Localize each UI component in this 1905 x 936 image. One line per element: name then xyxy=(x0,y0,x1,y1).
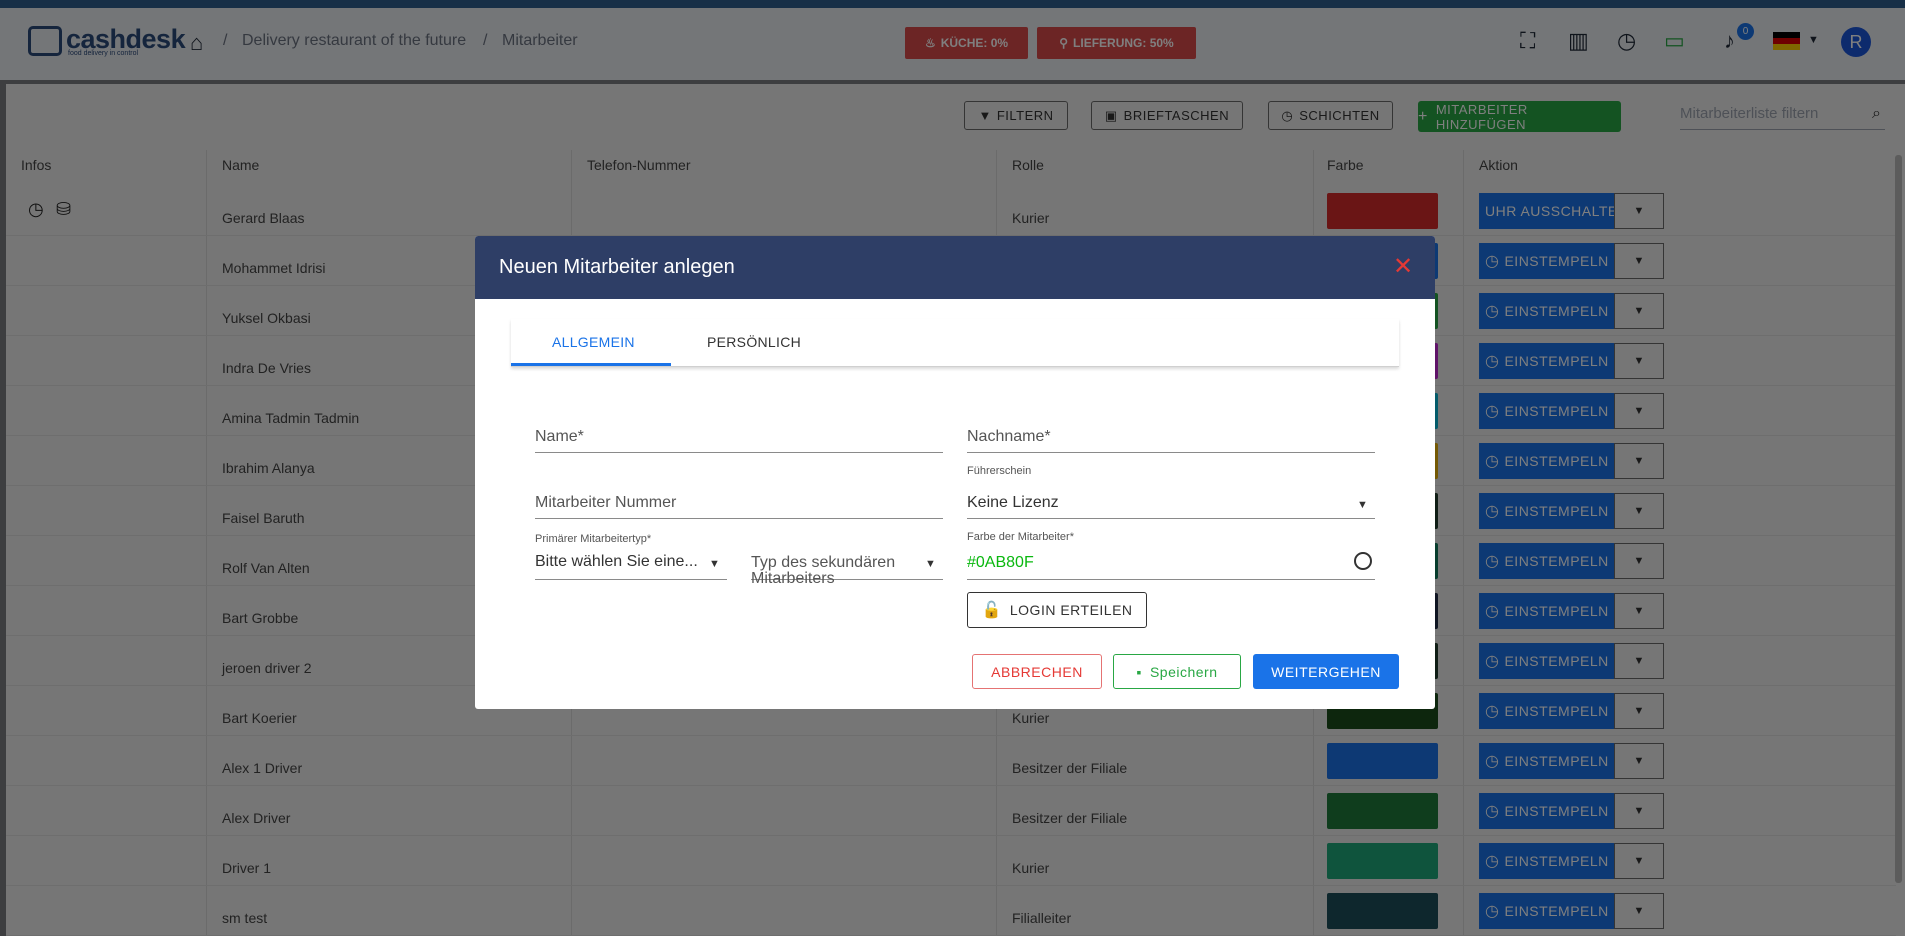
chevron-down-icon: ▼ xyxy=(709,558,720,570)
license-label: Führerschein xyxy=(967,465,1032,477)
employee-page: cashdesk food delivery in control ⌂ / De… xyxy=(0,0,1905,936)
floppy-disk-icon: ▪ xyxy=(1136,663,1142,680)
employee-number-field[interactable]: Mitarbeiter Nummer xyxy=(535,488,943,519)
continue-button-label: WEITERGEHEN xyxy=(1271,663,1381,680)
primary-type-label: Primärer Mitarbeitertyp* xyxy=(535,533,652,545)
secondary-type-select[interactable]: Typ des sekundären Mitarbeiters ▼ xyxy=(751,549,943,587)
save-button[interactable]: ▪ Speichern xyxy=(1113,654,1241,689)
grant-login-label: LOGIN ERTEILEN xyxy=(1009,602,1133,618)
dialog-header: Neuen Mitarbeiter anlegen ✕ xyxy=(475,236,1435,299)
cancel-button-label: ABBRECHEN xyxy=(991,663,1083,680)
first-name-label: Name* xyxy=(535,428,584,445)
color-value: #0AB80F xyxy=(967,554,1034,571)
license-value: Keine Lizenz xyxy=(967,494,1059,511)
secondary-type-label: Typ des sekundären Mitarbeiters xyxy=(751,554,896,587)
unlock-icon: 🔓 xyxy=(981,602,1002,619)
tab-general[interactable]: ALLGEMEIN xyxy=(552,334,635,350)
employee-number-label: Mitarbeiter Nummer xyxy=(535,494,677,511)
color-field[interactable]: #0AB80F xyxy=(967,547,1375,580)
cancel-button[interactable]: ABBRECHEN xyxy=(972,654,1102,689)
active-tab-indicator xyxy=(511,363,671,366)
first-name-field[interactable]: Name* xyxy=(535,422,943,453)
palette-icon[interactable] xyxy=(1354,552,1372,570)
chevron-down-icon: ▼ xyxy=(1357,499,1368,511)
save-button-label: Speichern xyxy=(1149,663,1218,680)
dialog-tabs: ALLGEMEIN PERSÖNLICH xyxy=(511,319,1399,367)
tab-personal[interactable]: PERSÖNLICH xyxy=(707,334,801,350)
grant-login-button[interactable]: 🔓 LOGIN ERTEILEN xyxy=(967,592,1147,628)
color-label: Farbe der Mitarbeiter* xyxy=(967,531,1074,543)
primary-type-value: Bitte wählen Sie eine... xyxy=(535,553,698,570)
last-name-field[interactable]: Nachname* xyxy=(967,422,1375,453)
new-employee-dialog: Neuen Mitarbeiter anlegen ✕ ALLGEMEIN PE… xyxy=(475,236,1435,709)
chevron-down-icon: ▼ xyxy=(925,558,936,570)
close-icon[interactable]: ✕ xyxy=(1393,252,1413,281)
primary-type-select[interactable]: Bitte wählen Sie eine... ▼ xyxy=(535,549,727,580)
dialog-title: Neuen Mitarbeiter anlegen xyxy=(499,256,735,278)
continue-button[interactable]: WEITERGEHEN xyxy=(1253,654,1399,689)
license-select[interactable]: Keine Lizenz ▼ xyxy=(967,482,1375,519)
last-name-label: Nachname* xyxy=(967,428,1051,445)
